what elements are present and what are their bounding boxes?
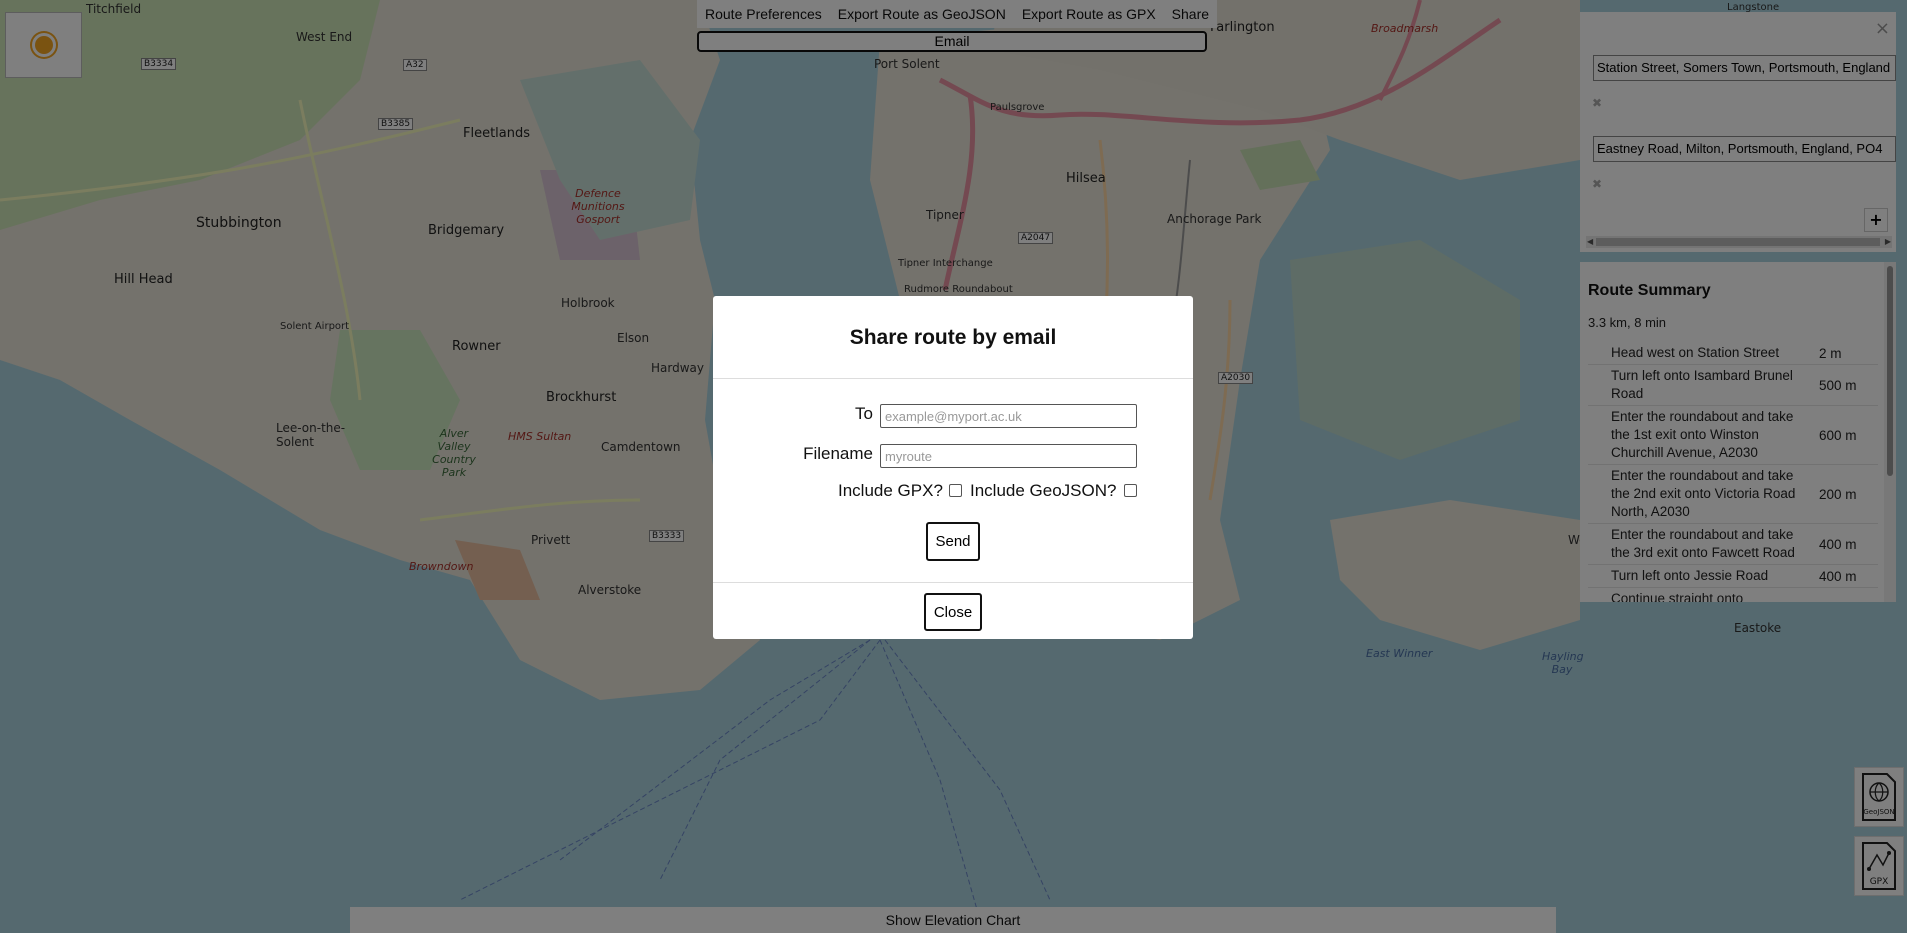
modal-divider <box>713 378 1193 379</box>
close-button[interactable]: Close <box>924 593 982 631</box>
to-label: To <box>855 404 873 423</box>
include-gpx-checkbox[interactable] <box>949 484 962 497</box>
filename-label: Filename <box>803 444 873 463</box>
include-geojson-label: Include GeoJSON? <box>970 481 1117 500</box>
email-to-input[interactable] <box>880 404 1137 428</box>
send-button[interactable]: Send <box>926 522 980 561</box>
include-gpx-label: Include GPX? <box>838 481 943 500</box>
share-email-modal: Share route by email To Filename Include… <box>713 296 1193 639</box>
filename-input[interactable] <box>880 444 1137 468</box>
modal-title: Share route by email <box>849 326 1057 349</box>
modal-divider <box>713 582 1193 583</box>
include-geojson-checkbox[interactable] <box>1124 484 1137 497</box>
